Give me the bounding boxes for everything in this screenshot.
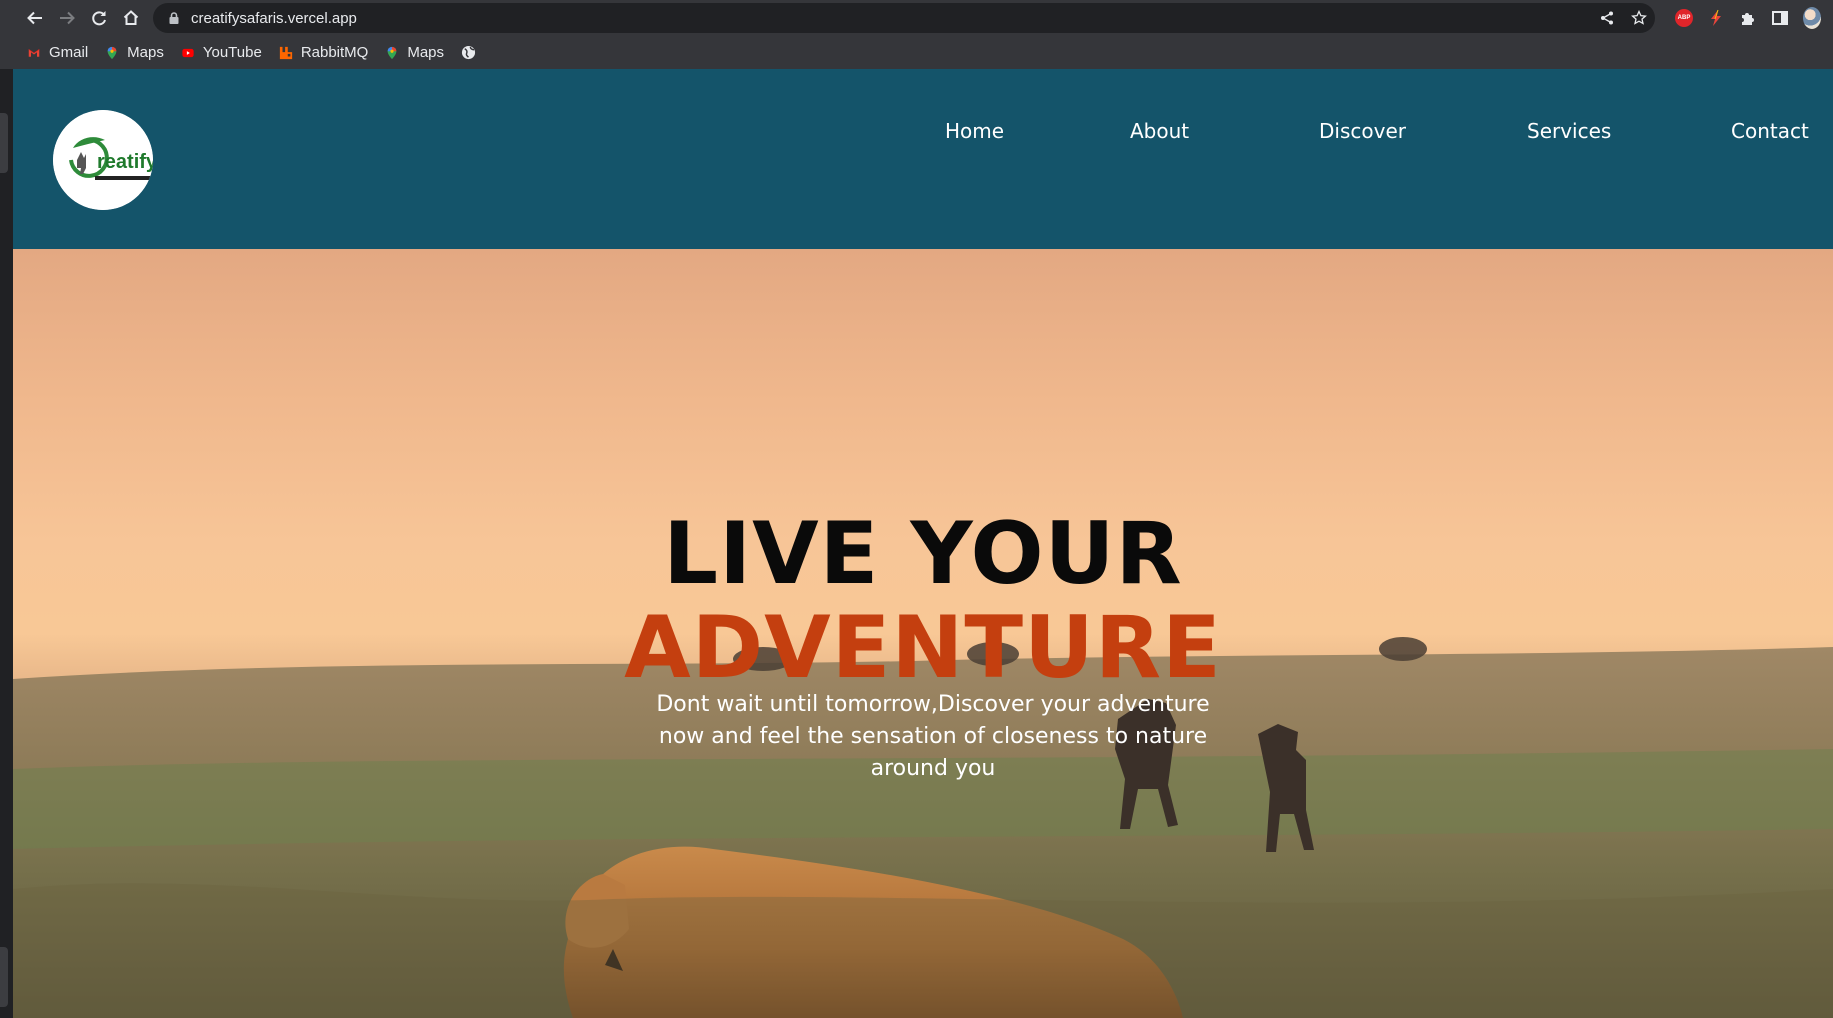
avatar (1803, 7, 1821, 29)
browser-toolbar: creatifysafaris.vercel.app ABP (0, 0, 1833, 36)
lock-icon (169, 12, 179, 24)
omnibox-actions (1599, 3, 1647, 33)
bookmark-label: YouTube (202, 44, 262, 61)
profile-button[interactable] (1803, 7, 1821, 29)
bookmark-label: Gmail (49, 44, 89, 61)
main-nav: Home About Discover Services Contact (13, 113, 1833, 153)
extensions-area: ABP (1675, 0, 1833, 36)
adblock-extension[interactable]: ABP (1675, 9, 1693, 27)
hero-title-line2: ADVENTURE (624, 598, 1222, 698)
bookmarks-bar: Gmail Maps YouTube RabbitMQ Maps (0, 36, 1833, 69)
bookmark-maps-2[interactable]: Maps (384, 44, 444, 61)
hero-heading: LIVE YOUR ADVENTURE (13, 507, 1833, 695)
browser-chrome: creatifysafaris.vercel.app ABP Gmail Map… (0, 0, 1833, 69)
bookmark-globe[interactable] (460, 45, 483, 61)
maps-icon (104, 45, 120, 61)
side-panel-button[interactable] (1771, 9, 1789, 27)
resize-handle[interactable] (0, 113, 8, 173)
arrow-left-icon (27, 11, 42, 25)
puzzle-icon (1742, 13, 1754, 25)
address-bar[interactable]: creatifysafaris.vercel.app (153, 3, 1655, 33)
rabbitmq-icon (278, 45, 294, 61)
nav-about[interactable]: About (1130, 113, 1189, 149)
gmail-icon (26, 45, 42, 61)
youtube-icon (180, 45, 196, 61)
forward-button[interactable] (51, 2, 83, 34)
logo-text: reatify (97, 151, 153, 173)
hero-section: LIVE YOUR ADVENTURE Dont wait until tomo… (13, 249, 1833, 1018)
maps-icon (384, 45, 400, 61)
bookmark-label: Maps (127, 44, 164, 61)
hero-subtitle: Dont wait until tomorrow,Discover your a… (656, 692, 1210, 781)
lightning-extension[interactable] (1707, 9, 1725, 27)
hero-title-line1: LIVE YOUR (663, 504, 1183, 604)
nav-discover[interactable]: Discover (1319, 113, 1406, 149)
share-icon[interactable] (1599, 10, 1615, 26)
home-icon (123, 10, 139, 25)
bookmark-gmail[interactable]: Gmail (26, 44, 88, 61)
site-header: reatify Home About Discover Services Con… (13, 69, 1833, 249)
nav-home[interactable]: Home (945, 113, 1004, 149)
resize-handle[interactable] (0, 947, 8, 1007)
nav-contact[interactable]: Contact (1731, 113, 1809, 149)
bookmark-rabbitmq[interactable]: RabbitMQ (278, 44, 369, 61)
nav-services[interactable]: Services (1527, 113, 1611, 149)
side-panel-icon (1772, 11, 1788, 25)
back-button[interactable] (19, 2, 51, 34)
bookmark-label: Maps (407, 44, 445, 61)
home-button[interactable] (115, 2, 147, 34)
bookmark-youtube[interactable]: YouTube (180, 44, 262, 61)
extensions-button[interactable] (1739, 9, 1757, 27)
url-text[interactable]: creatifysafaris.vercel.app (191, 10, 357, 27)
lightning-icon (1711, 9, 1721, 26)
window-edge (0, 69, 13, 1018)
globe-icon (460, 45, 476, 61)
reload-button[interactable] (83, 2, 115, 34)
bookmark-label: RabbitMQ (300, 44, 369, 61)
reload-icon (92, 11, 106, 26)
bookmark-maps[interactable]: Maps (104, 44, 164, 61)
web-page: reatify Home About Discover Services Con… (13, 69, 1833, 1018)
adblock-icon: ABP (1675, 9, 1693, 27)
arrow-right-icon (60, 11, 75, 25)
star-icon[interactable] (1631, 10, 1647, 26)
